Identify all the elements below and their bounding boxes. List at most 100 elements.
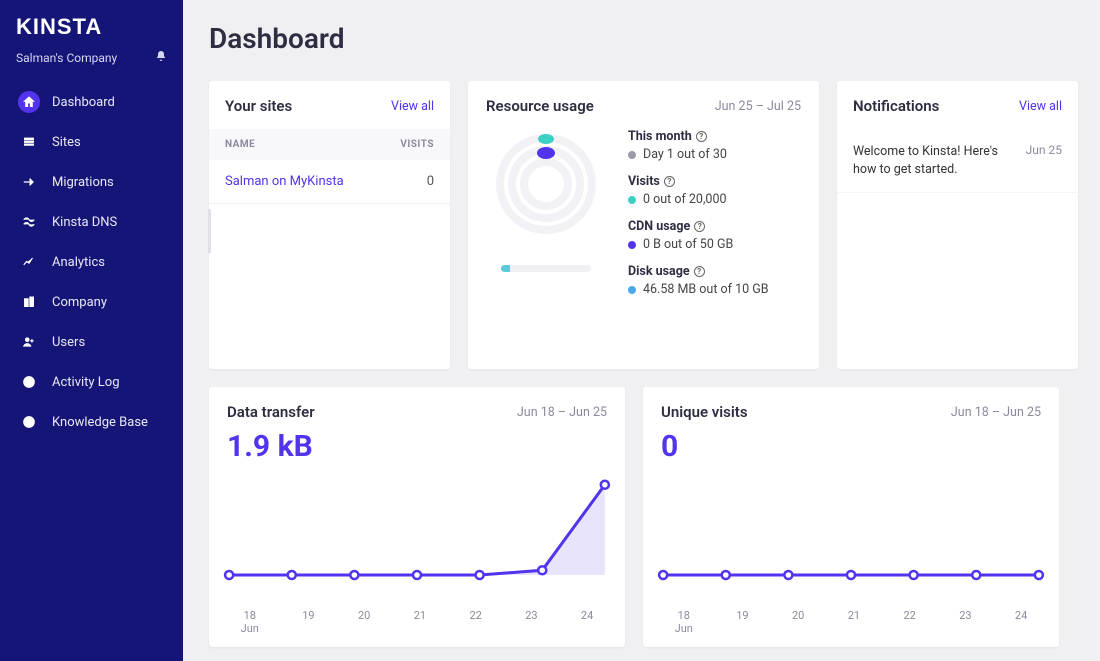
- dns-icon: [18, 211, 40, 233]
- sidebar-item-migrations[interactable]: Migrations: [8, 163, 175, 201]
- sites-icon: [18, 131, 40, 153]
- info-icon[interactable]: ?: [694, 221, 705, 232]
- knowledge-icon: [18, 411, 40, 433]
- analytics-icon: [18, 251, 40, 273]
- sidebar-item-company[interactable]: Company: [8, 283, 175, 321]
- sidebar-item-activity-log[interactable]: Activity Log: [8, 363, 175, 401]
- resource-range: Jun 25 – Jul 25: [715, 99, 801, 114]
- x-tick: 24: [581, 609, 593, 635]
- dot-blue: [628, 286, 636, 294]
- company-row[interactable]: Salman's Company: [0, 46, 183, 83]
- notification-row[interactable]: Welcome to Kinsta! Here's how to get sta…: [837, 129, 1078, 193]
- x-tick: 21: [848, 609, 860, 635]
- notifications-view-all[interactable]: View all: [1019, 99, 1062, 114]
- main: Dashboard Your sites View all NAME VISIT…: [183, 0, 1100, 661]
- company-name: Salman's Company: [16, 51, 117, 65]
- page-title: Dashboard: [209, 22, 1080, 55]
- sidebar-item-users[interactable]: Users: [8, 323, 175, 361]
- sidebar-item-label: Company: [52, 295, 107, 310]
- sidebar-item-label: Knowledge Base: [52, 415, 148, 430]
- col-name: NAME: [225, 139, 255, 150]
- info-icon[interactable]: ?: [664, 176, 675, 187]
- col-visits: VISITS: [400, 139, 434, 150]
- x-tick: 23: [525, 609, 537, 635]
- x-tick: 22: [469, 609, 481, 635]
- card-unique-visits: Unique visits Jun 18 – Jun 25 0 18Jun192…: [643, 387, 1059, 647]
- sidebar-item-label: Users: [52, 335, 85, 350]
- table-row[interactable]: Salman on MyKinsta 0: [209, 160, 450, 204]
- x-tick: 24: [1015, 609, 1027, 635]
- activity-icon: [18, 371, 40, 393]
- card-notifications: Notifications View all Welcome to Kinsta…: [837, 81, 1078, 369]
- notifications-title: Notifications: [853, 97, 939, 115]
- bell-icon[interactable]: [155, 50, 167, 65]
- users-icon: [18, 331, 40, 353]
- data-transfer-title: Data transfer: [227, 403, 315, 421]
- data-transfer-value: 1.9 kB: [209, 427, 625, 464]
- resource-title: Resource usage: [486, 97, 594, 115]
- card-resource-usage: Resource usage Jun 25 – Jul 25: [468, 81, 819, 369]
- metric-disk: Disk usage? 46.58 MB out of 10 GB: [628, 264, 801, 297]
- sidebar-item-label: Dashboard: [52, 95, 115, 110]
- info-icon[interactable]: ?: [694, 266, 705, 277]
- resource-metrics: This month? Day 1 out of 30 Visits? 0 ou…: [628, 129, 801, 309]
- logo-row: KINSTA: [0, 10, 183, 46]
- sidebar-item-sites[interactable]: Sites: [8, 123, 175, 161]
- x-tick: 19: [302, 609, 314, 635]
- metric-cdn-label: CDN usage: [628, 219, 690, 234]
- metric-this-month-label: This month: [628, 129, 692, 144]
- unique-visits-xaxis: 18Jun192021222324: [643, 603, 1059, 647]
- sidebar-item-label: Kinsta DNS: [52, 215, 117, 230]
- site-name[interactable]: Salman on MyKinsta: [225, 174, 344, 189]
- sites-table-head: NAME VISITS: [209, 129, 450, 160]
- sidebar-item-label: Analytics: [52, 255, 105, 270]
- x-tick: 20: [792, 609, 804, 635]
- dot-teal: [628, 196, 636, 204]
- data-transfer-xaxis: 18Jun 19 20 21 22 23 24: [209, 603, 625, 647]
- site-visits: 0: [427, 174, 434, 189]
- cards-row-top: Your sites View all NAME VISITS Salman o…: [209, 81, 1080, 369]
- metric-this-month-value: Day 1 out of 30: [643, 147, 727, 162]
- your-sites-title: Your sites: [225, 97, 292, 115]
- x-tick: 18Jun: [241, 609, 259, 635]
- unique-visits-range: Jun 18 – Jun 25: [951, 405, 1041, 420]
- notification-text: Welcome to Kinsta! Here's how to get sta…: [853, 143, 1016, 178]
- x-tick: 23: [959, 609, 971, 635]
- metric-cdn: CDN usage? 0 B out of 50 GB: [628, 219, 801, 252]
- dot-grey: [628, 151, 636, 159]
- notification-date: Jun 25: [1026, 143, 1062, 178]
- sidebar-item-kinsta-dns[interactable]: Kinsta DNS: [8, 203, 175, 241]
- metric-visits-label: Visits: [628, 174, 660, 189]
- data-transfer-chart: [215, 464, 619, 589]
- sidebar-item-label: Activity Log: [52, 375, 120, 390]
- unique-visits-title: Unique visits: [661, 403, 748, 421]
- metric-this-month: This month? Day 1 out of 30: [628, 129, 801, 162]
- unique-visits-chart: [649, 464, 1053, 589]
- x-tick: 18Jun: [675, 609, 693, 635]
- x-tick: 19: [736, 609, 748, 635]
- data-transfer-range: Jun 18 – Jun 25: [517, 405, 607, 420]
- sidebar-item-label: Migrations: [52, 175, 114, 190]
- logo: KINSTA: [16, 14, 167, 40]
- metric-cdn-value: 0 B out of 50 GB: [643, 237, 733, 252]
- metric-disk-label: Disk usage: [628, 264, 690, 279]
- company-icon: [18, 291, 40, 313]
- sidebar-item-knowledge-base[interactable]: Knowledge Base: [8, 403, 175, 441]
- metric-visits: Visits? 0 out of 20,000: [628, 174, 801, 207]
- sidebar-item-label: Sites: [52, 135, 81, 150]
- your-sites-view-all[interactable]: View all: [391, 99, 434, 114]
- info-icon[interactable]: ?: [696, 131, 707, 142]
- cards-row-charts: Data transfer Jun 18 – Jun 25 1.9 kB 18J…: [209, 387, 1080, 647]
- nav: Dashboard Sites Migrations Kinsta DNS Analyt…: [0, 83, 183, 441]
- card-data-transfer: Data transfer Jun 18 – Jun 25 1.9 kB 18J…: [209, 387, 625, 647]
- x-tick: 20: [358, 609, 370, 635]
- sidebar-item-dashboard[interactable]: Dashboard: [8, 83, 175, 121]
- sidebar-item-analytics[interactable]: Analytics: [8, 243, 175, 281]
- migrations-icon: [18, 171, 40, 193]
- dot-purple: [628, 241, 636, 249]
- x-tick: 21: [414, 609, 426, 635]
- resource-donut: [486, 129, 606, 309]
- sidebar: KINSTA Salman's Company Dashboard Sites Mi…: [0, 0, 183, 661]
- resource-progress: [501, 265, 591, 272]
- home-icon: [18, 91, 40, 113]
